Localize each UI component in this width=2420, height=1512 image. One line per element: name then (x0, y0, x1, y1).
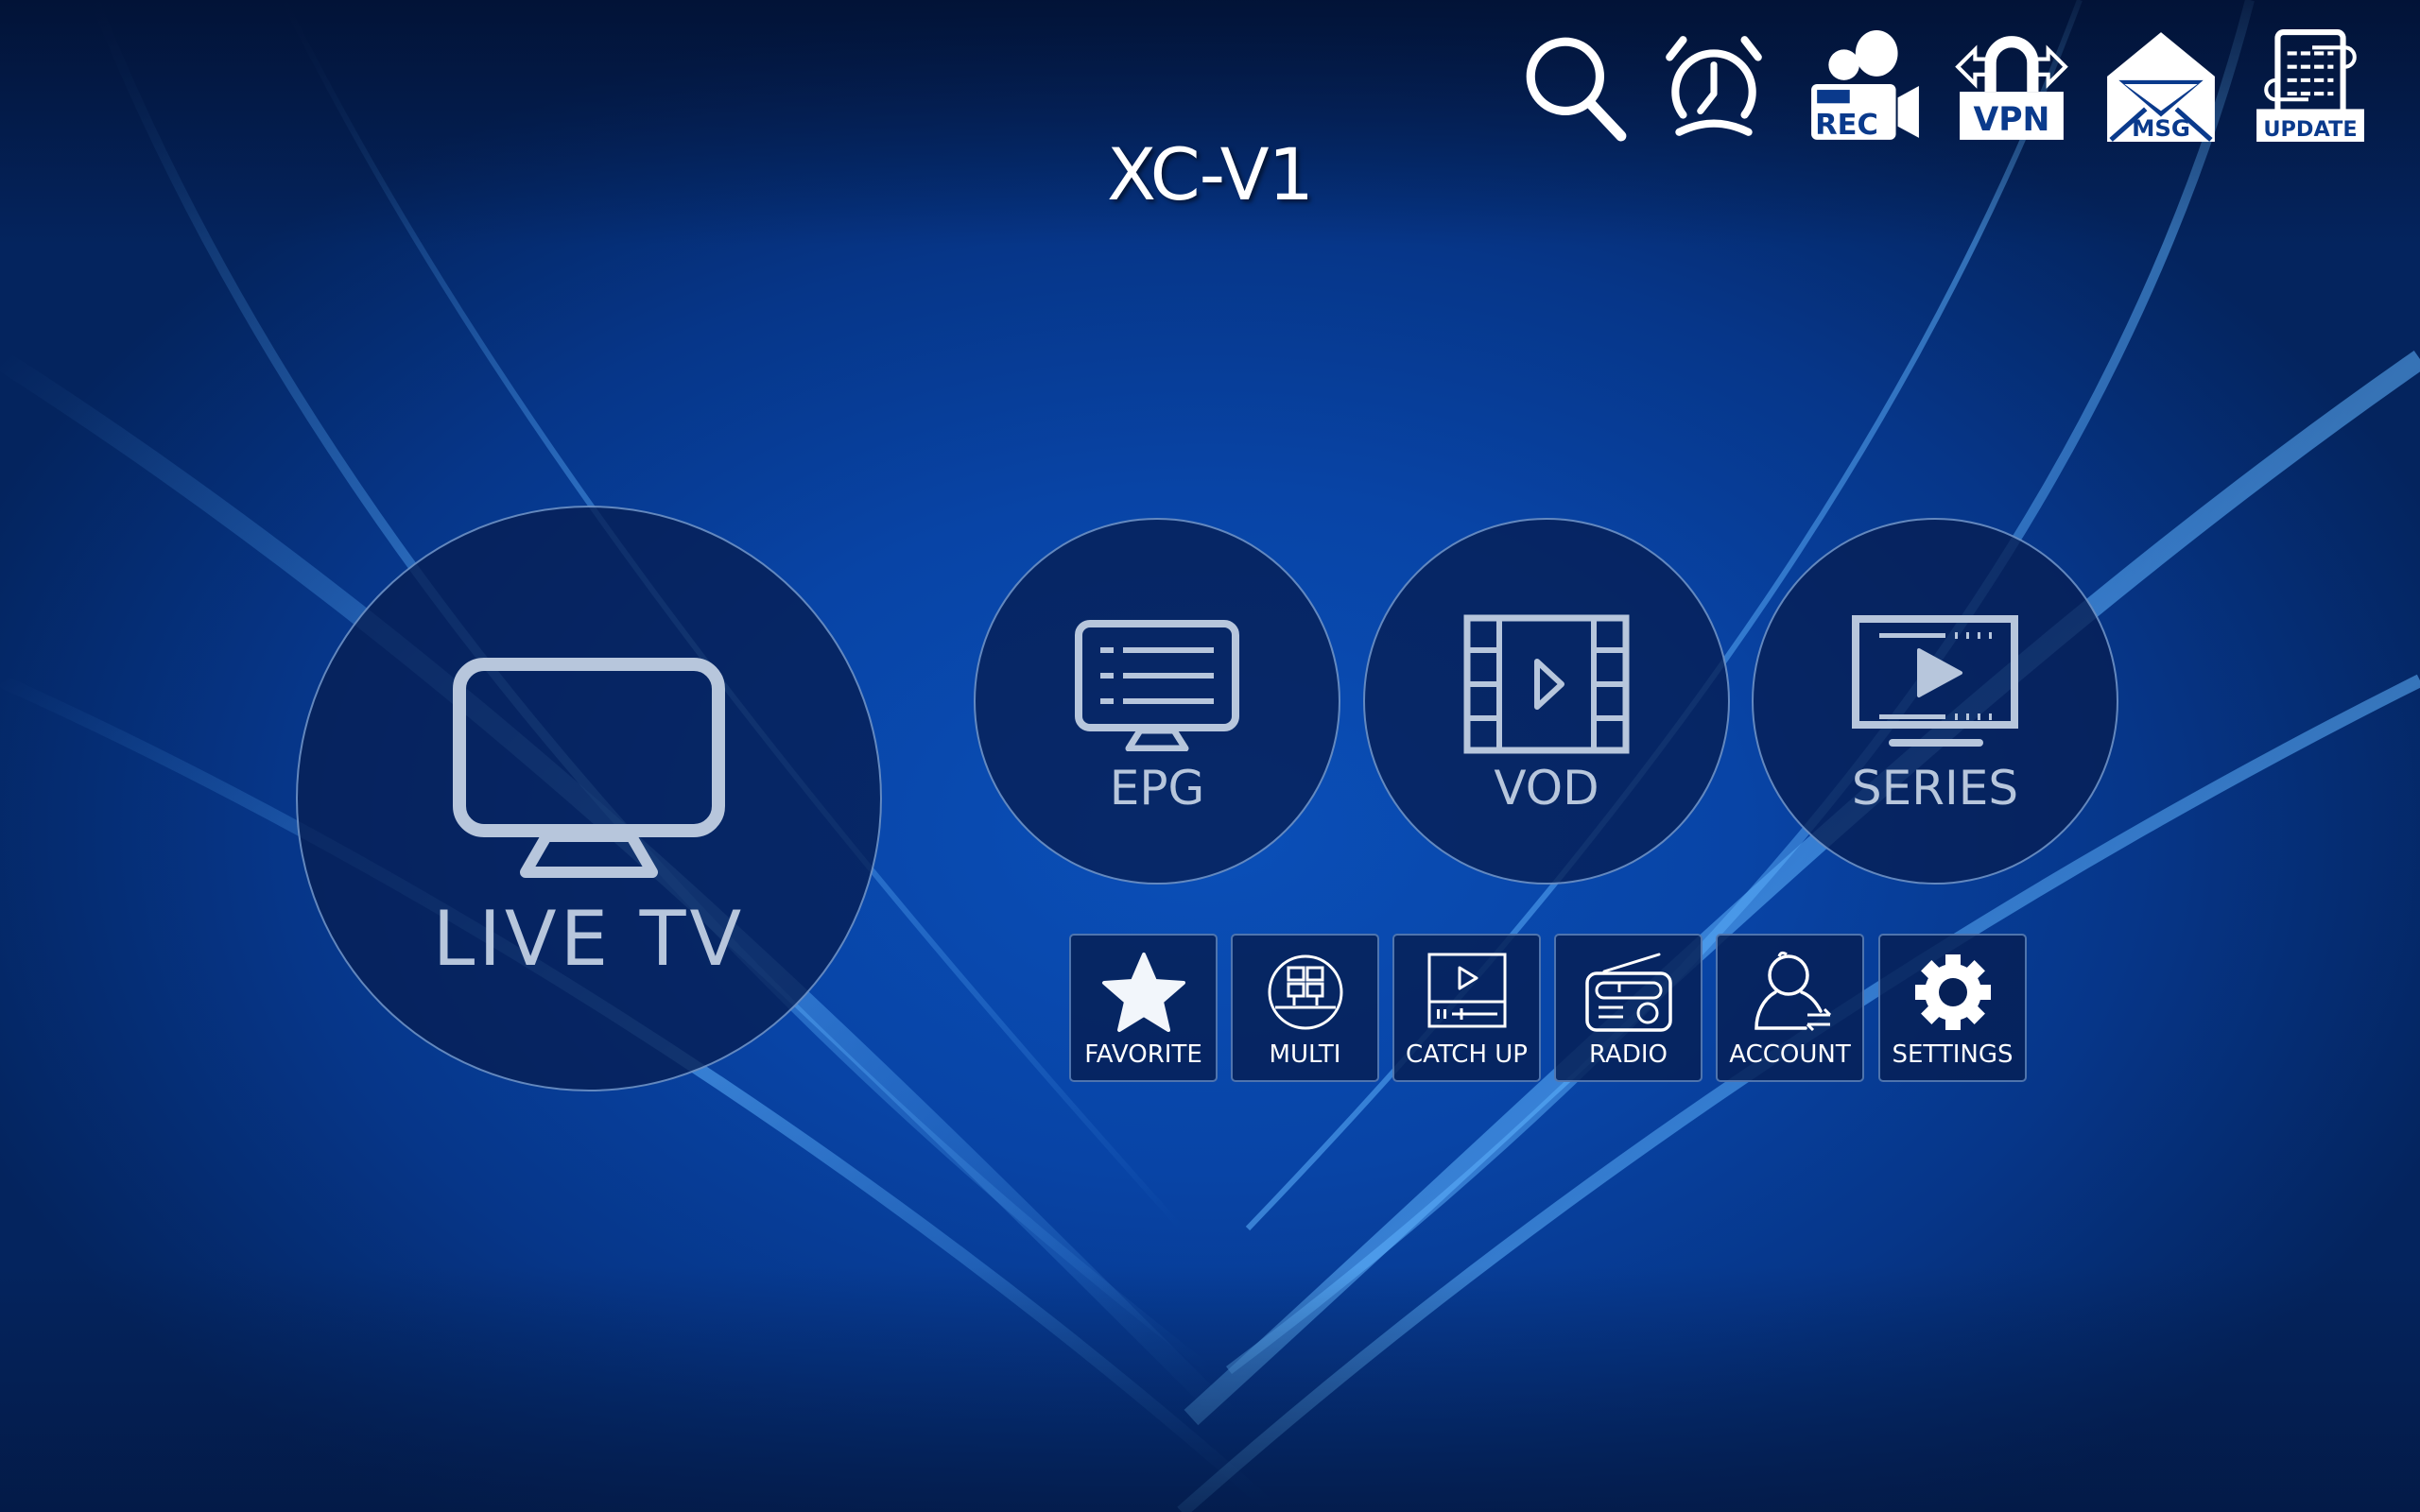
svg-text:VPN: VPN (1974, 101, 2050, 139)
alarm-button[interactable] (1656, 28, 1772, 144)
settings-tile[interactable]: SETTINGS (1878, 934, 2027, 1082)
envelope-icon: MSG (2107, 32, 2215, 142)
epg-monitor-icon (1075, 620, 1239, 751)
film-play-icon (1463, 614, 1630, 754)
svg-text:MSG: MSG (2132, 114, 2190, 142)
tv-icon (453, 658, 725, 878)
account-tile[interactable]: ACCOUNT (1716, 934, 1864, 1082)
gear-icon (1914, 954, 1991, 1030)
account-switch-icon (1754, 951, 1831, 1032)
catch-up-tile[interactable]: CATCH UP (1392, 934, 1541, 1082)
vpn-lock-icon: VPN (1955, 36, 2068, 140)
vpn-button[interactable]: VPN (1954, 28, 2069, 144)
radio-tile[interactable]: RADIO (1554, 934, 1703, 1082)
catch-up-label: CATCH UP (1406, 1040, 1528, 1069)
settings-label: SETTINGS (1892, 1040, 2014, 1069)
series-label: SERIES (1851, 761, 2019, 816)
live-tv-label: LIVE TV (432, 895, 746, 983)
multi-label: MULTI (1269, 1040, 1341, 1069)
bottom-shade (0, 1266, 2420, 1512)
star-icon (1101, 953, 1185, 1032)
search-icon (1526, 37, 1627, 142)
live-tv-button[interactable]: LIVE TV (296, 506, 882, 1091)
vod-label: VOD (1494, 761, 1599, 816)
msg-button[interactable]: MSG (2103, 28, 2219, 144)
rec-button[interactable]: REC (1807, 28, 1923, 144)
series-screen-icon (1852, 615, 2018, 747)
multi-tile[interactable]: MULTI (1231, 934, 1379, 1082)
epg-label: EPG (1109, 761, 1205, 816)
favorite-tile[interactable]: FAVORITE (1069, 934, 1218, 1082)
favorite-label: FAVORITE (1084, 1040, 1202, 1069)
radio-label: RADIO (1589, 1040, 1668, 1069)
svg-text:REC: REC (1815, 109, 1878, 142)
catchup-player-icon (1427, 953, 1506, 1028)
update-document-icon: UPDATE (2256, 29, 2364, 142)
series-button[interactable]: SERIES (1752, 518, 2118, 885)
search-button[interactable] (1517, 28, 1633, 144)
account-label: ACCOUNT (1729, 1040, 1851, 1069)
record-camera-icon: REC (1811, 30, 1919, 142)
alarm-clock-icon (1666, 36, 1762, 136)
svg-text:UPDATE: UPDATE (2263, 117, 2357, 142)
update-button[interactable]: UPDATE (2253, 28, 2368, 144)
epg-button[interactable]: EPG (974, 518, 1340, 885)
multiscreen-icon (1268, 954, 1342, 1030)
app-title: XC-V1 (1107, 132, 1314, 216)
radio-icon (1584, 953, 1672, 1032)
vod-button[interactable]: VOD (1363, 518, 1730, 885)
